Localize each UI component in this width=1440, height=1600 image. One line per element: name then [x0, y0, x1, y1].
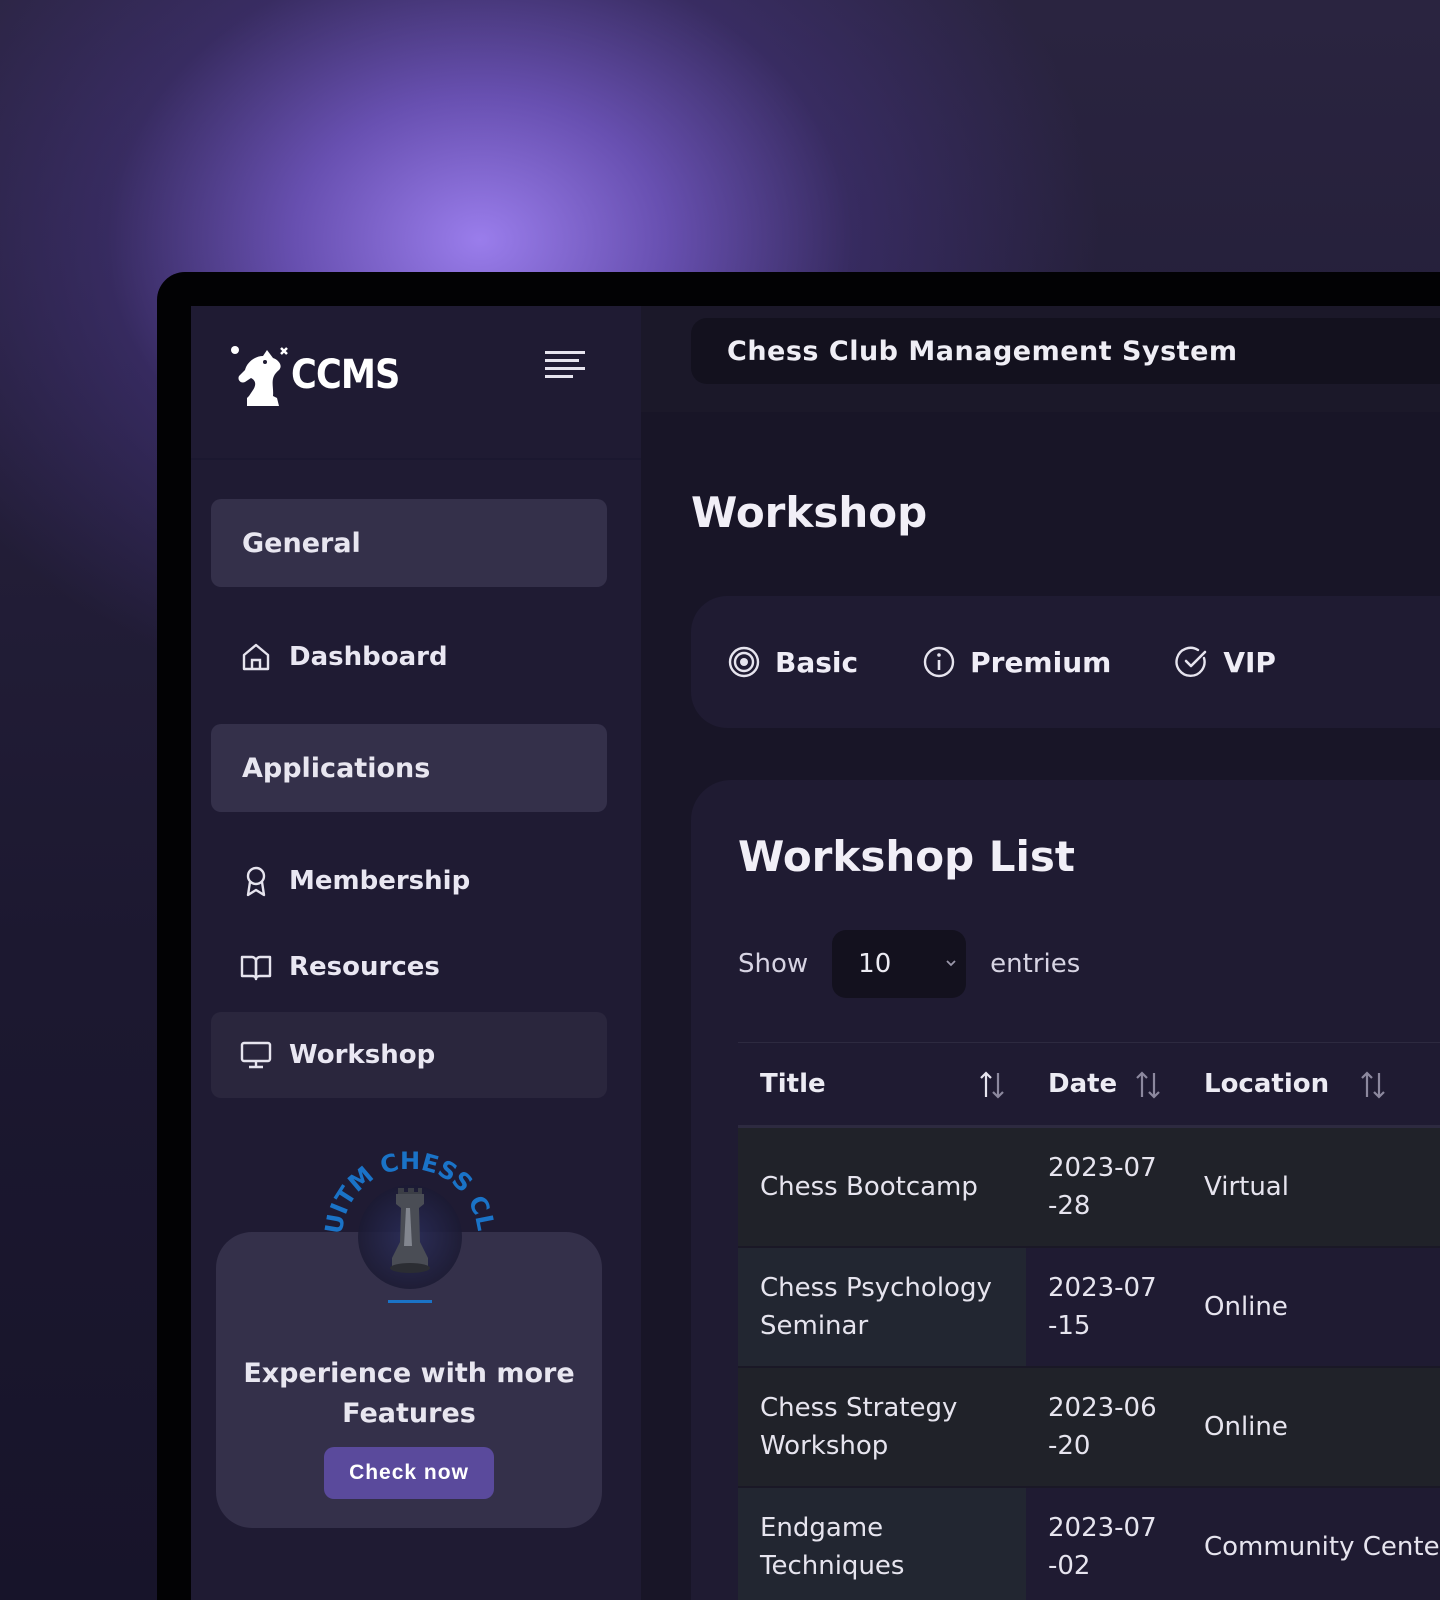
- entries-value: 10: [858, 949, 892, 979]
- brand-name: CCMS: [291, 352, 400, 398]
- cell-date: 2023-07-28: [1026, 1126, 1182, 1248]
- cell-location: Online: [1182, 1366, 1440, 1488]
- sidebar-item-resources[interactable]: Resources: [211, 924, 607, 1010]
- show-label: Show: [738, 949, 809, 979]
- membership-tier-tabs: Basic Premium VIP: [691, 596, 1440, 728]
- app-screen: CCMS General Dashboard Applications Memb…: [191, 306, 1440, 1600]
- promo-text: Experience with more Features: [243, 1358, 575, 1429]
- entries-select[interactable]: 10: [832, 930, 967, 998]
- entries-label: entries: [990, 949, 1081, 979]
- column-header-title[interactable]: Title: [738, 1042, 1026, 1128]
- workshop-list-card: Workshop List Show 10 entries Title Date…: [691, 780, 1440, 1600]
- table-row[interactable]: Chess Strategy Workshop 2023-06-20 Onlin…: [738, 1366, 1440, 1488]
- sort-icon[interactable]: [1132, 1069, 1164, 1101]
- book-open-icon: [240, 955, 272, 981]
- tab-vip[interactable]: VIP: [1175, 645, 1276, 679]
- check-circle-icon: [1175, 646, 1207, 678]
- column-header-label: Date: [1048, 1069, 1118, 1099]
- cell-date-text: 2023-07-15: [1048, 1272, 1157, 1341]
- cell-date-text: 2023-07-02: [1048, 1512, 1157, 1581]
- column-header-label: Title: [760, 1069, 826, 1099]
- sidebar-item-label: Resources: [289, 952, 440, 982]
- column-header-location[interactable]: Location: [1182, 1042, 1440, 1128]
- column-header-label: Location: [1204, 1069, 1330, 1099]
- award-icon: [246, 866, 266, 897]
- list-title: Workshop List: [738, 832, 1076, 881]
- table-row[interactable]: Chess Bootcamp 2023-07-28 Virtual: [738, 1126, 1440, 1248]
- table-header-row: Title Date Location: [738, 1042, 1440, 1128]
- page-title: Workshop: [691, 488, 928, 537]
- tab-basic[interactable]: Basic: [727, 645, 858, 679]
- cell-location: Online: [1182, 1246, 1440, 1368]
- cell-title: Chess Strategy Workshop: [738, 1366, 1026, 1488]
- app-title: Chess Club Management System: [691, 318, 1440, 384]
- menu-toggle-button[interactable]: [543, 348, 587, 382]
- sidebar-item-membership[interactable]: Membership: [211, 838, 607, 924]
- sidebar: CCMS General Dashboard Applications Memb…: [191, 306, 641, 1600]
- brand-logo[interactable]: CCMS: [227, 340, 414, 410]
- workshop-table: Title Date Location Chess Bootcamp 2023-…: [738, 1042, 1440, 1600]
- cell-title: Chess Psychology Seminar: [738, 1246, 1026, 1368]
- cell-date: 2023-06-20: [1026, 1366, 1182, 1488]
- chess-club-badge-logo: UITM CHESS CLUB: [320, 1142, 500, 1303]
- tab-premium[interactable]: Premium: [922, 645, 1111, 679]
- sidebar-item-label: Workshop: [289, 1040, 436, 1070]
- table-row[interactable]: Endgame Techniques 2023-07-02 Community …: [738, 1486, 1440, 1600]
- target-icon: [728, 646, 760, 678]
- tab-label: Premium: [970, 645, 1112, 679]
- sidebar-item-label: Membership: [289, 866, 471, 896]
- top-bar: Chess Club Management System: [641, 306, 1440, 412]
- background-stage: CCMS General Dashboard Applications Memb…: [0, 0, 1440, 1600]
- entries-control: Show 10 entries: [738, 930, 1080, 998]
- info-icon: [923, 646, 955, 678]
- table-row[interactable]: Chess Psychology Seminar 2023-07-15 Onli…: [738, 1246, 1440, 1368]
- cell-location: Community Center: [1182, 1486, 1440, 1600]
- sidebar-item-label: Dashboard: [289, 642, 448, 672]
- cell-location: Virtual: [1182, 1126, 1440, 1248]
- sidebar-item-workshop[interactable]: Workshop: [211, 1012, 607, 1098]
- cell-title: Endgame Techniques: [738, 1486, 1026, 1600]
- cell-title: Chess Bootcamp: [738, 1126, 1026, 1248]
- cell-date-text: 2023-07-28: [1048, 1152, 1157, 1221]
- cell-date: 2023-07-02: [1026, 1486, 1182, 1600]
- cell-date-text: 2023-06-20: [1048, 1392, 1157, 1461]
- sidebar-item-dashboard[interactable]: Dashboard: [211, 614, 607, 700]
- check-now-button[interactable]: Check now: [324, 1447, 494, 1499]
- monitor-icon: [240, 1041, 272, 1069]
- chevron-down-icon: [946, 960, 956, 967]
- tab-label: Basic: [775, 645, 859, 679]
- section-applications: Applications: [211, 724, 607, 812]
- knight-logo-icon: [231, 346, 288, 406]
- promo-card: UITM CHESS CLUB Experience with more Fea…: [216, 1142, 602, 1528]
- sort-icon[interactable]: [1357, 1069, 1389, 1101]
- section-general: General: [211, 499, 607, 587]
- menu-lines-icon: [545, 351, 585, 378]
- home-icon: [242, 643, 270, 671]
- column-header-date[interactable]: Date: [1026, 1042, 1182, 1128]
- cell-date: 2023-07-15: [1026, 1246, 1182, 1368]
- sidebar-divider: [191, 458, 641, 460]
- tab-label: VIP: [1223, 645, 1276, 679]
- sort-icon[interactable]: [976, 1069, 1008, 1101]
